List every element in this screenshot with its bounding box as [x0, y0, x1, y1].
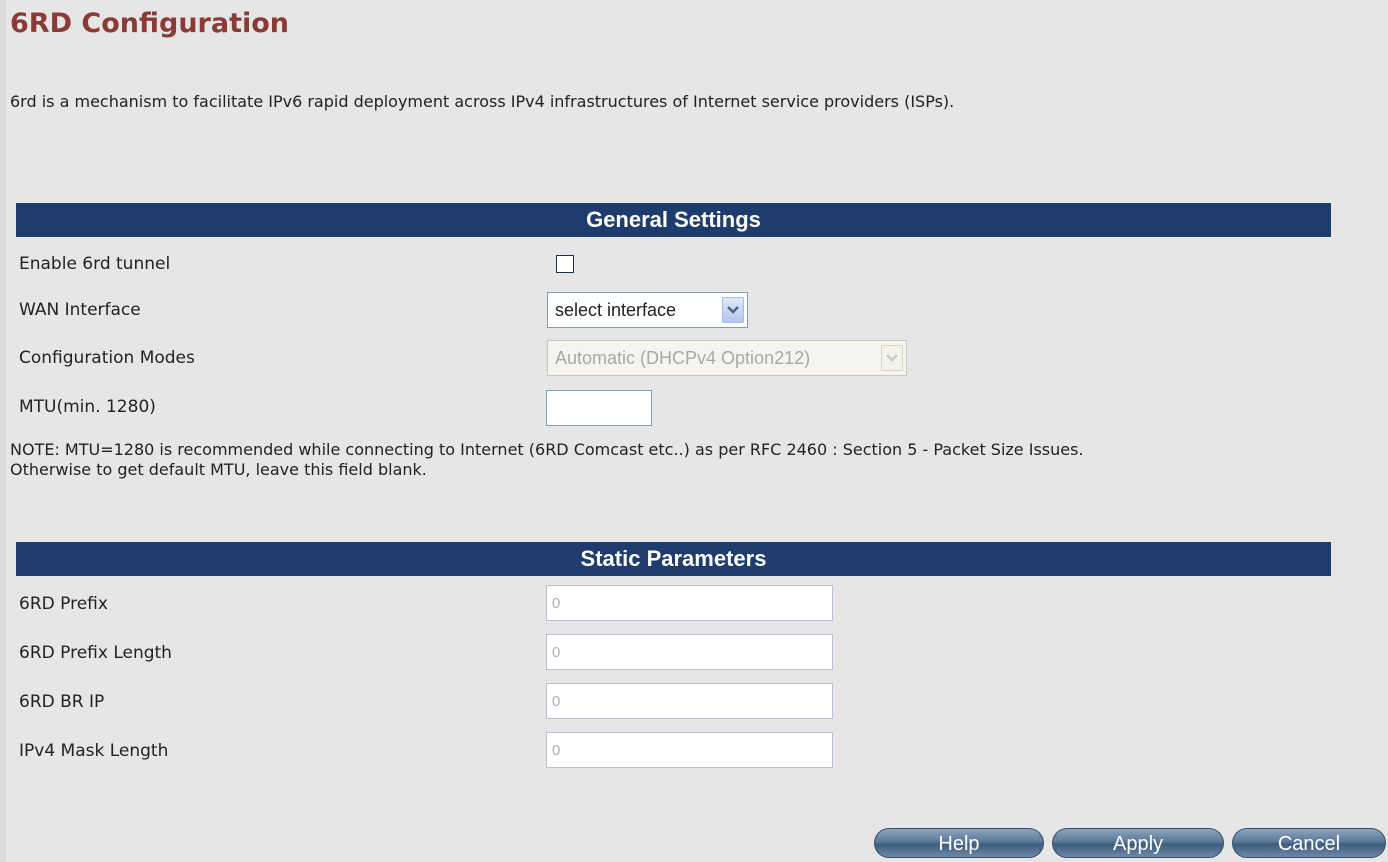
- 6rd-br-ip-input[interactable]: [546, 683, 833, 719]
- page-container: 6RD Configuration 6rd is a mechanism to …: [6, 0, 1388, 862]
- configuration-modes-label: Configuration Modes: [19, 348, 195, 368]
- 6rd-prefix-length-input[interactable]: [546, 634, 833, 670]
- wan-interface-value: select interface: [555, 300, 677, 320]
- page-description: 6rd is a mechanism to facilitate IPv6 ra…: [10, 92, 955, 111]
- mtu-note-line2: Otherwise to get default MTU, leave this…: [10, 460, 427, 479]
- page-title: 6RD Configuration: [10, 8, 290, 39]
- general-settings-header: General Settings: [16, 203, 1331, 237]
- configuration-modes-value: Automatic (DHCPv4 Option212): [555, 348, 811, 368]
- help-button[interactable]: Help: [874, 828, 1044, 858]
- chevron-down-icon: [881, 345, 903, 371]
- mtu-note: NOTE: MTU=1280 is recommended while conn…: [10, 440, 1084, 480]
- wan-interface-label: WAN Interface: [19, 300, 141, 320]
- chevron-down-icon: [722, 297, 744, 323]
- wan-interface-select[interactable]: select interface: [547, 292, 748, 328]
- static-parameters-header: Static Parameters: [16, 542, 1331, 576]
- mtu-note-line1: NOTE: MTU=1280 is recommended while conn…: [10, 440, 1084, 459]
- configuration-modes-select[interactable]: Automatic (DHCPv4 Option212): [547, 340, 907, 376]
- 6rd-prefix-label: 6RD Prefix: [19, 594, 108, 614]
- enable-6rd-checkbox[interactable]: [556, 255, 574, 273]
- 6rd-prefix-length-label: 6RD Prefix Length: [19, 643, 172, 663]
- 6rd-br-ip-label: 6RD BR IP: [19, 692, 105, 712]
- 6rd-prefix-input[interactable]: [546, 585, 833, 621]
- ipv4-mask-length-label: IPv4 Mask Length: [19, 741, 169, 761]
- enable-6rd-label: Enable 6rd tunnel: [19, 254, 171, 274]
- mtu-label: MTU(min. 1280): [19, 397, 156, 417]
- mtu-input[interactable]: [546, 390, 652, 426]
- ipv4-mask-length-input[interactable]: [546, 732, 833, 768]
- apply-button[interactable]: Apply: [1052, 828, 1224, 858]
- cancel-button[interactable]: Cancel: [1232, 828, 1386, 858]
